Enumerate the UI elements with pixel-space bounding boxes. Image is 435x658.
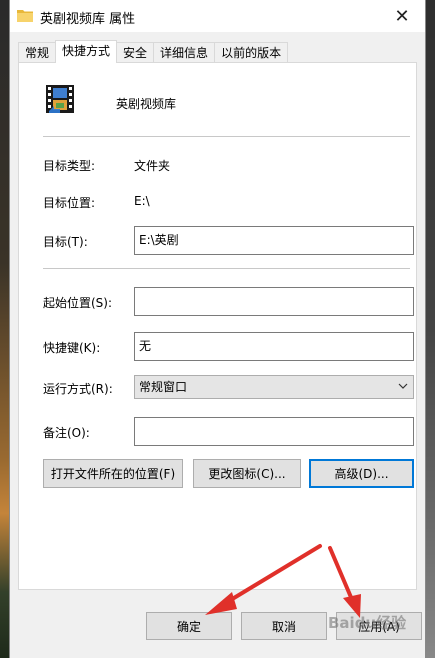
hotkey-label: 快捷键(K): — [43, 341, 101, 355]
window-title: 英剧视频库 属性 — [40, 12, 136, 27]
tab-strip: 常规 快捷方式 安全 详细信息 以前的版本 — [18, 40, 289, 63]
ok-button[interactable]: 确定 — [146, 612, 232, 640]
shortcut-panel: 英剧视频库 目标类型: 文件夹 目标位置: E:\ 目标(T): E:\英剧 起… — [18, 62, 417, 590]
title-bar: 英剧视频库 属性 ✕ — [10, 0, 425, 32]
hotkey-input[interactable]: 无 — [134, 332, 414, 361]
video-library-icon — [46, 85, 74, 113]
tab-general[interactable]: 常规 — [18, 42, 57, 62]
properties-dialog: 英剧视频库 属性 ✕ 常规 快捷方式 安全 详细信息 以前的版本 英剧视频库 目… — [9, 0, 426, 658]
divider — [43, 136, 410, 137]
target-type-label: 目标类型: — [43, 159, 96, 173]
target-type-value: 文件夹 — [134, 159, 171, 173]
tab-shortcut[interactable]: 快捷方式 — [55, 40, 118, 63]
apply-button[interactable]: 应用(A) — [336, 612, 422, 640]
close-button[interactable]: ✕ — [379, 0, 425, 32]
tab-details[interactable]: 详细信息 — [153, 42, 216, 62]
cancel-button[interactable]: 取消 — [241, 612, 327, 640]
open-file-location-button[interactable]: 打开文件所在的位置(F) — [43, 459, 183, 488]
run-mode-label: 运行方式(R): — [43, 382, 113, 396]
target-label: 目标(T): — [43, 235, 88, 249]
run-mode-value: 常规窗口 — [139, 380, 188, 394]
tab-previous-versions[interactable]: 以前的版本 — [214, 42, 289, 62]
chevron-down-icon — [398, 380, 408, 390]
tab-security[interactable]: 安全 — [116, 42, 155, 62]
change-icon-button[interactable]: 更改图标(C)... — [193, 459, 301, 488]
divider — [43, 268, 410, 269]
folder-icon — [17, 9, 33, 22]
desktop-background-right — [425, 0, 435, 658]
target-location-label: 目标位置: — [43, 196, 96, 210]
advanced-button[interactable]: 高级(D)... — [309, 459, 414, 488]
run-mode-select[interactable]: 常规窗口 — [134, 375, 414, 399]
target-input[interactable]: E:\英剧 — [134, 226, 414, 255]
comment-input[interactable] — [134, 417, 414, 446]
start-in-label: 起始位置(S): — [43, 296, 113, 310]
shortcut-name: 英剧视频库 — [116, 97, 177, 111]
comment-label: 备注(O): — [43, 426, 90, 440]
start-in-input[interactable] — [134, 287, 414, 316]
target-location-value: E:\ — [134, 194, 150, 208]
